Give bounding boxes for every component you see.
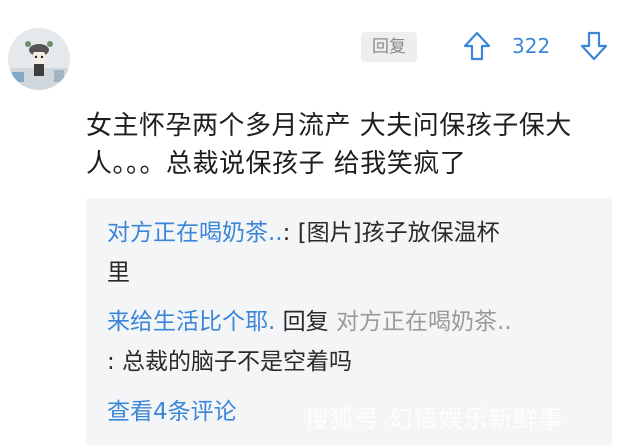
reply-text: [图片]孩子放保温杯 (297, 220, 500, 246)
reply-separator: : (282, 220, 298, 246)
comment-line-1: 女主怀孕两个多月流产 大夫问保孩子保大 (86, 111, 572, 141)
arrow-down-icon (580, 31, 608, 61)
vote-count: 322 (512, 34, 551, 58)
comment-screen: 回复 322 女主怀孕两个多月流产 大夫问保孩子保大 人。。。总裁说保孩子 给我… (0, 0, 633, 445)
reply-item: 来给生活比个耶. 回复 对方正在喝奶茶.. : 总裁的脑子不是空着吗 (107, 302, 607, 382)
reply-item: 对方正在喝奶茶..: [图片]孩子放保温杯 里 (107, 213, 607, 293)
reply-username[interactable]: 来给生活比个耶. (107, 309, 275, 335)
comment-body: 女主怀孕两个多月流产 大夫问保孩子保大 人。。。总裁说保孩子 给我笑疯了 (86, 107, 626, 183)
arrow-up-icon (463, 31, 491, 61)
reply-text-continued: 里 (107, 260, 130, 286)
reply-username[interactable]: 对方正在喝奶茶.. (107, 220, 283, 246)
avatar-image (8, 28, 70, 90)
avatar[interactable] (8, 28, 70, 90)
reply-line: 对方正在喝奶茶..: [图片]孩子放保温杯 (107, 213, 607, 253)
reply-word: 回复 (275, 309, 336, 335)
upvote-button[interactable] (462, 30, 492, 62)
reply-button[interactable]: 回复 (361, 32, 417, 62)
view-more-comments-link[interactable]: 查看4条评论 (107, 392, 237, 432)
reply-target-username[interactable]: 对方正在喝奶茶.. (336, 309, 512, 335)
reply-text: : 总裁的脑子不是空着吗 (107, 349, 353, 375)
downvote-button[interactable] (579, 30, 609, 62)
reply-line: 来给生活比个耶. 回复 对方正在喝奶茶.. (107, 302, 607, 342)
watermark: 搜狐号 幻悟娱乐新鲜事 (305, 405, 564, 433)
comment-line-2: 人。。。总裁说保孩子 给我笑疯了 (86, 149, 467, 179)
